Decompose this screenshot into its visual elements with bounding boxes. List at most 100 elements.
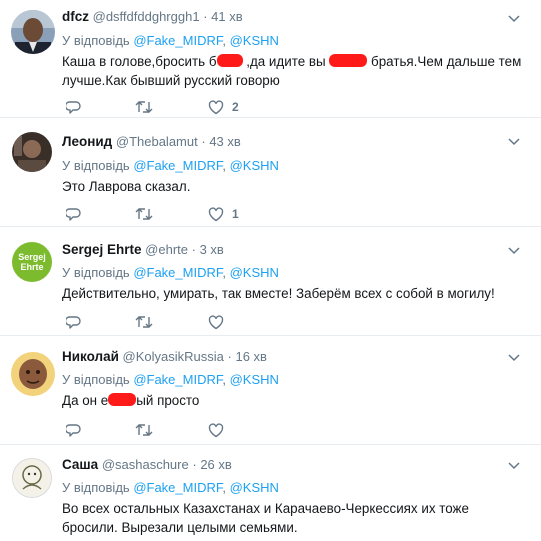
reply-context: У відповідь @Fake_MIDRF, @KSHN: [62, 480, 279, 495]
retweet-button[interactable]: [135, 422, 161, 438]
redaction-mark: [216, 54, 243, 67]
reply-context: У відповідь @Fake_MIDRF, @KSHN: [62, 158, 279, 173]
like-icon: [208, 422, 224, 437]
reply-context: У відповідь @Fake_MIDRF, @KSHN: [62, 265, 279, 280]
like-icon: [208, 99, 224, 114]
retweet-button[interactable]: [135, 99, 161, 115]
mention-link[interactable]: @KSHN: [230, 372, 279, 387]
avatar-text: Sergej: [18, 252, 46, 262]
tweet-header: Sergej Ehrte @ehrte · 3 хв: [62, 242, 224, 258]
reply-context: У відповідь @Fake_MIDRF, @KSHN: [62, 372, 279, 387]
chevron-down-icon[interactable]: [507, 134, 521, 148]
retweet-button[interactable]: [135, 314, 161, 330]
like-button[interactable]: [208, 314, 232, 330]
display-name[interactable]: Саша: [62, 457, 98, 472]
avatar[interactable]: [12, 458, 52, 498]
mention-link[interactable]: @Fake_MIDRF: [133, 372, 222, 387]
avatar[interactable]: Sergej Ehrte: [12, 242, 52, 282]
chevron-down-icon[interactable]: [507, 350, 521, 364]
tweet-text-part: Каша в голове,бросить б: [62, 54, 217, 69]
reply-icon: [66, 207, 81, 221]
reply-button[interactable]: [66, 206, 90, 222]
like-button[interactable]: 2: [208, 99, 239, 115]
tweet-header: Саша @sashaschure · 26 хв: [62, 457, 232, 473]
redaction-mark: [329, 54, 368, 67]
tweet-header: dfcz @dsffdfddghrggh1 · 41 хв: [62, 9, 243, 25]
display-name[interactable]: Леонид: [62, 134, 112, 149]
reply-icon: [66, 100, 81, 114]
user-handle[interactable]: @KolyasikRussia: [123, 349, 224, 364]
like-icon: [208, 206, 224, 221]
reply-context: У відповідь @Fake_MIDRF, @KSHN: [62, 33, 279, 48]
separator-dot: ·: [203, 9, 208, 24]
tweet-text-part: ый просто: [136, 393, 200, 408]
tweet-header: Леонид @Thebalamut · 43 хв: [62, 134, 241, 150]
mention-link[interactable]: @Fake_MIDRF: [133, 480, 222, 495]
user-handle[interactable]: @ehrte: [145, 242, 188, 257]
chevron-down-icon[interactable]: [507, 243, 521, 257]
reply-button[interactable]: [66, 422, 90, 438]
tweet-text: Действительно, умирать, так вместе! Забе…: [62, 286, 495, 301]
user-handle[interactable]: @Thebalamut: [116, 134, 198, 149]
avatar-text: Ehrte: [20, 262, 44, 272]
timestamp[interactable]: 16 хв: [235, 349, 266, 364]
retweet-button[interactable]: [135, 206, 161, 222]
timestamp[interactable]: 26 хв: [200, 457, 231, 472]
user-handle[interactable]: @dsffdfddghrggh1: [93, 9, 200, 24]
tweet-actions: [62, 422, 362, 438]
mention-link[interactable]: @KSHN: [230, 158, 279, 173]
retweet-icon: [135, 316, 153, 328]
tweet-header: Николай @KolyasikRussia · 16 хв: [62, 349, 267, 365]
separator-dot: ·: [192, 457, 197, 472]
avatar[interactable]: [11, 352, 55, 396]
retweet-icon: [135, 424, 153, 436]
tweet-text-part: ,да идите вы: [242, 54, 330, 69]
separator-dot: ·: [191, 242, 196, 257]
retweet-icon: [135, 101, 153, 113]
tweet-text: Да он е ый просто: [62, 391, 522, 410]
reply-icon: [66, 423, 81, 437]
reply-icon: [66, 315, 81, 329]
display-name[interactable]: dfcz: [62, 9, 89, 24]
timestamp[interactable]: 3 хв: [200, 242, 224, 257]
like-button[interactable]: [208, 422, 232, 438]
tweet-text-part: Да он е: [62, 393, 109, 408]
tweet-5[interactable]: Саша @sashaschure · 26 хв У відповідь @F…: [0, 445, 541, 541]
tweet-text: Каша в голове,бросить б ,да идите вы бра…: [62, 52, 522, 90]
like-count: 1: [232, 207, 239, 221]
tweet-text: Это Лаврова сказал.: [62, 179, 191, 194]
avatar[interactable]: [12, 132, 52, 172]
mention-link[interactable]: @KSHN: [230, 265, 279, 280]
mention-link[interactable]: @KSHN: [230, 480, 279, 495]
reply-prefix: У відповідь: [62, 372, 130, 387]
like-button[interactable]: 1: [208, 206, 239, 222]
tweet-3[interactable]: Sergej Ehrte Sergej Ehrte @ehrte · 3 хв …: [0, 227, 541, 336]
reply-button[interactable]: [66, 314, 90, 330]
mention-link[interactable]: @Fake_MIDRF: [133, 158, 222, 173]
reply-prefix: У відповідь: [62, 158, 130, 173]
user-handle[interactable]: @sashaschure: [102, 457, 189, 472]
tweet-actions: 1: [62, 206, 362, 222]
like-icon: [208, 314, 224, 329]
tweet-4[interactable]: Николай @KolyasikRussia · 16 хв У відпов…: [0, 336, 541, 445]
mention-link[interactable]: @Fake_MIDRF: [133, 265, 222, 280]
separator-dot: ·: [227, 349, 232, 364]
reply-prefix: У відповідь: [62, 265, 130, 280]
reply-prefix: У відповідь: [62, 33, 130, 48]
tweet-2[interactable]: Леонид @Thebalamut · 43 хв У відповідь @…: [0, 118, 541, 227]
timestamp[interactable]: 43 хв: [209, 134, 240, 149]
display-name[interactable]: Sergej Ehrte: [62, 242, 142, 257]
tweet-1[interactable]: dfcz @dsffdfddghrggh1 · 41 хв У відповід…: [0, 0, 541, 118]
mention-link[interactable]: @KSHN: [230, 33, 279, 48]
reply-button[interactable]: [66, 99, 90, 115]
mention-link[interactable]: @Fake_MIDRF: [133, 33, 222, 48]
reply-prefix: У відповідь: [62, 480, 130, 495]
tweet-actions: [62, 314, 362, 330]
redaction-mark: [108, 393, 137, 406]
timestamp[interactable]: 41 хв: [211, 9, 242, 24]
chevron-down-icon[interactable]: [507, 11, 521, 25]
avatar[interactable]: [11, 10, 55, 54]
tweet-actions: 2: [62, 99, 362, 115]
display-name[interactable]: Николай: [62, 349, 119, 364]
chevron-down-icon[interactable]: [507, 458, 521, 472]
